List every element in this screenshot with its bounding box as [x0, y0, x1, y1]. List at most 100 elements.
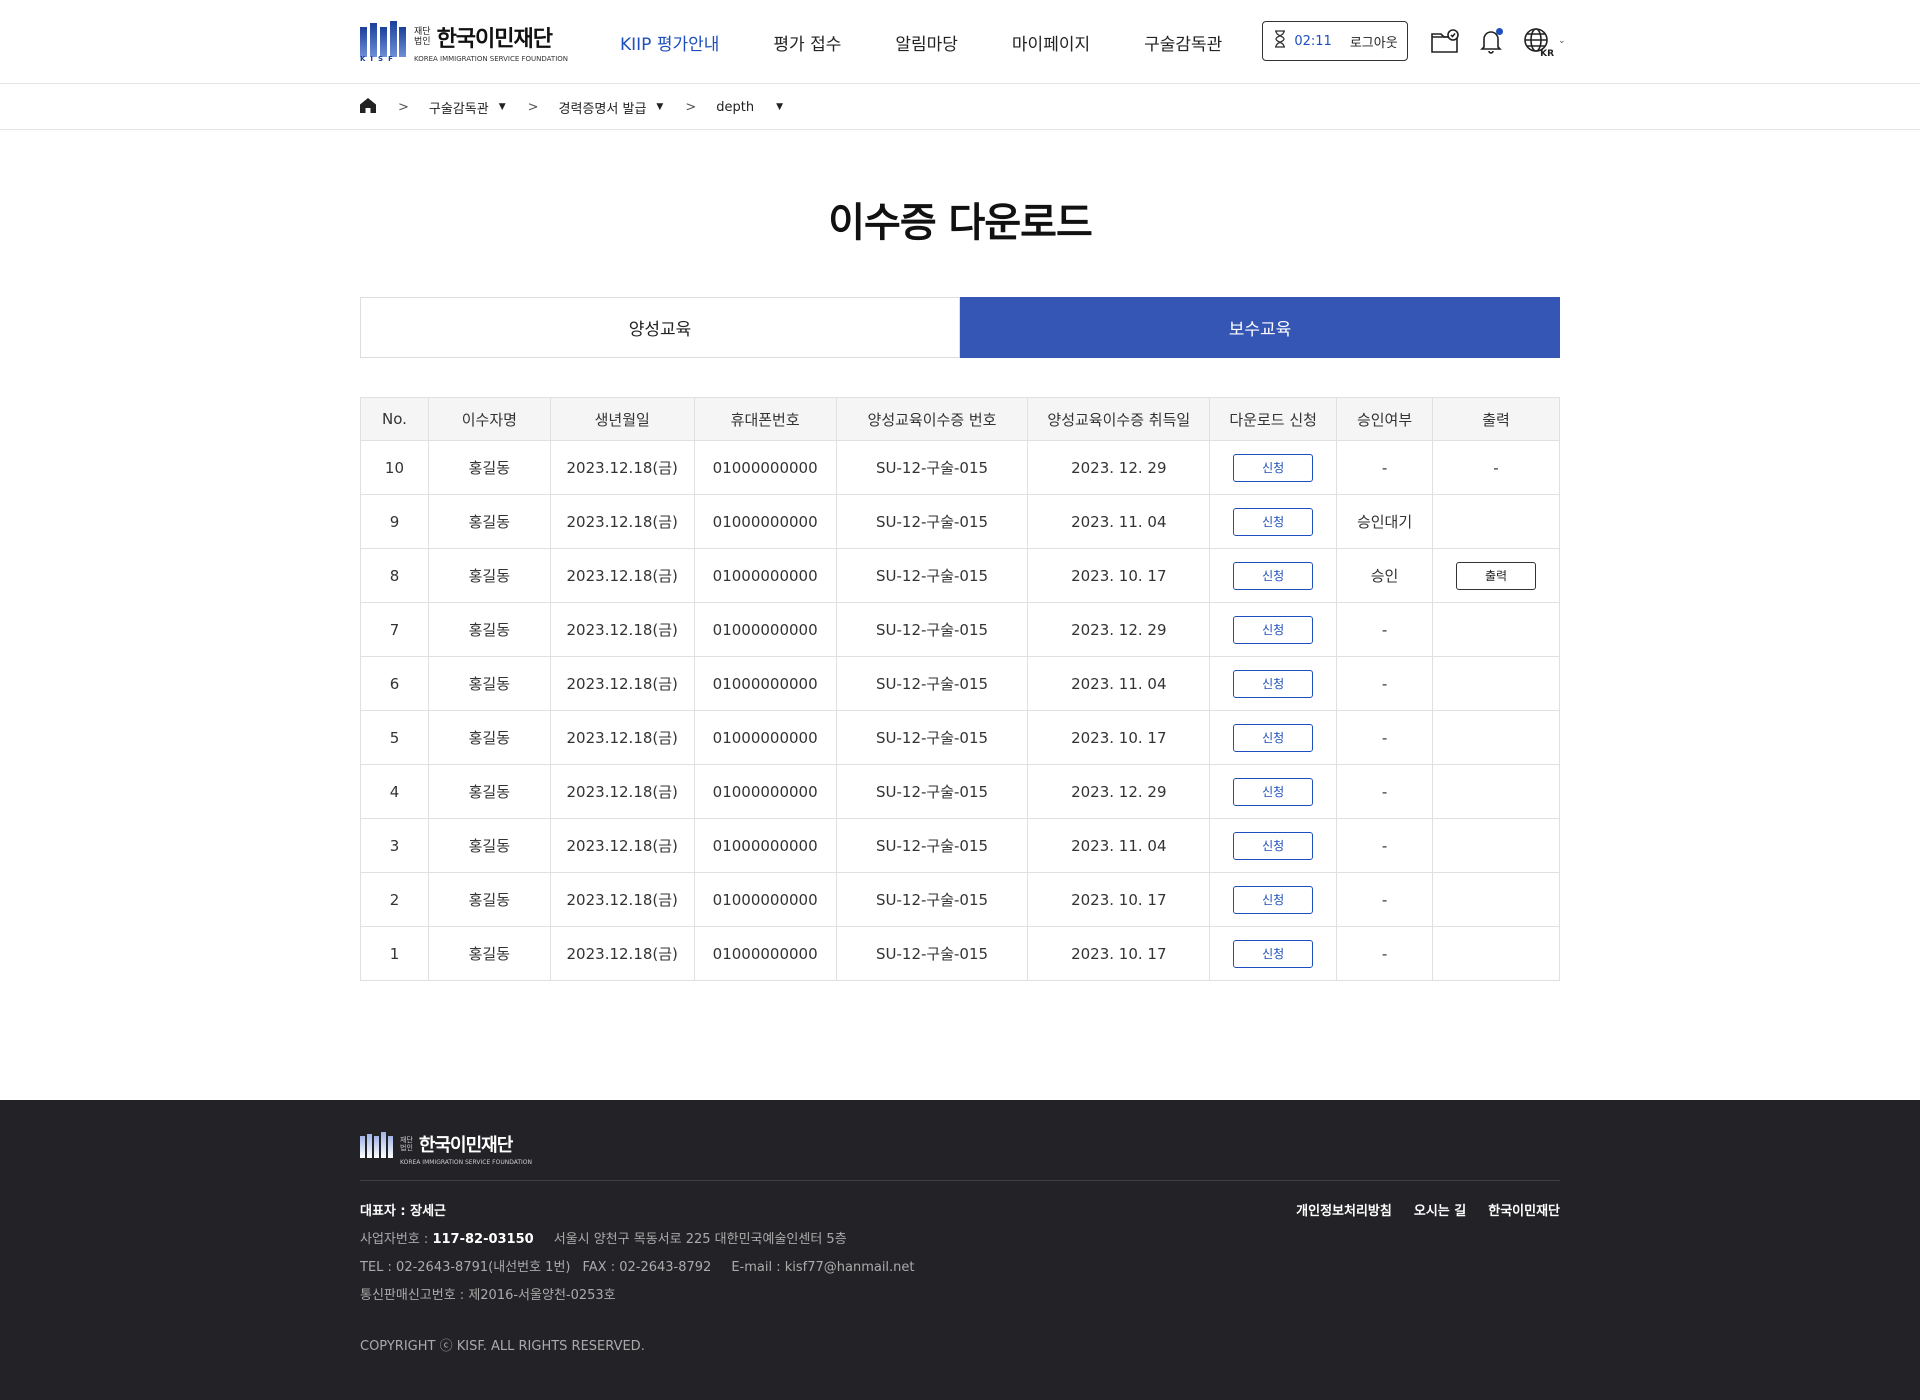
- apply-button[interactable]: 신청: [1233, 507, 1314, 536]
- table-header-row: No. 이수자명 생년월일 휴대폰번호 양성교육이수증 번호 양성교육이수증 취…: [360, 397, 1561, 441]
- cell-cert-no: SU-12-구술-015: [835, 710, 1029, 765]
- apply-button[interactable]: 신청: [1233, 723, 1314, 752]
- cell-cert-date: 2023. 10. 17: [1027, 710, 1211, 765]
- nav-kiip-guide[interactable]: KIIP 평가안내: [620, 30, 719, 55]
- cell-cert-date: 2023. 11. 04: [1027, 494, 1211, 549]
- breadcrumb-item-career-cert[interactable]: 경력증명서 발급 ▼: [559, 98, 664, 117]
- col-header-download: 다운로드 신청: [1209, 397, 1338, 441]
- cell-approval-status: -: [1336, 872, 1433, 927]
- apply-button[interactable]: 신청: [1233, 939, 1314, 968]
- table-row: 8 홍길동 2023.12.18(금) 01000000000 SU-12-구술-015…: [360, 548, 1561, 603]
- folder-check-icon[interactable]: [1430, 26, 1460, 56]
- table-row: 6 홍길동 2023.12.18(금) 01000000000 SU-12-구술-015…: [360, 656, 1561, 711]
- col-header-approval: 승인여부: [1336, 397, 1433, 441]
- footer-divider: [360, 1180, 1560, 1181]
- apply-button[interactable]: 신청: [1233, 885, 1314, 914]
- cell-print: [1431, 818, 1561, 873]
- footer-email: E-mail : kisf77@hanmail.net: [731, 1260, 915, 1275]
- cell-birth: 2023.12.18(금): [549, 872, 695, 927]
- apply-button[interactable]: 신청: [1233, 777, 1314, 806]
- cell-phone: 01000000000: [693, 926, 837, 981]
- footer-fax: FAX : 02-2643-8792: [582, 1260, 712, 1275]
- main-nav: KIIP 평가안내 평가 접수 알림마당 마이페이지 구술감독관: [620, 30, 1276, 55]
- cell-approval-status: -: [1336, 710, 1433, 765]
- cell-download: 신청: [1209, 602, 1338, 657]
- apply-button[interactable]: 신청: [1233, 615, 1314, 644]
- apply-button[interactable]: 신청: [1233, 669, 1314, 698]
- footer-business-number: 117-82-03150: [432, 1232, 534, 1247]
- cell-download: 신청: [1209, 656, 1338, 711]
- col-header-name: 이수자명: [427, 397, 551, 441]
- cell-birth: 2023.12.18(금): [549, 926, 695, 981]
- nav-oral-supervisor[interactable]: 구술감독관: [1144, 30, 1222, 55]
- tab-training-education[interactable]: 양성교육: [360, 297, 960, 358]
- education-tabs: 양성교육 보수교육: [360, 297, 1560, 358]
- apply-button[interactable]: 신청: [1233, 453, 1314, 482]
- table-row: 4 홍길동 2023.12.18(금) 01000000000 SU-12-구술-015…: [360, 764, 1561, 819]
- session-timer-box: 02:11 로그아웃: [1262, 21, 1408, 61]
- cell-download: 신청: [1209, 494, 1338, 549]
- table-row: 10 홍길동 2023.12.18(금) 01000000000 SU-12-구술-01…: [360, 440, 1561, 495]
- cell-approval-status: 승인대기: [1336, 494, 1433, 549]
- cell-cert-no: SU-12-구술-015: [835, 818, 1029, 873]
- footer-logo-english: KOREA IMMIGRATION SERVICE FOUNDATION: [400, 1159, 533, 1166]
- cell-name: 홍길동: [427, 656, 551, 711]
- chevron-down-icon[interactable]: ⌄: [1558, 36, 1566, 46]
- apply-button[interactable]: 신청: [1233, 561, 1314, 590]
- table-row: 2 홍길동 2023.12.18(금) 01000000000 SU-12-구술-015…: [360, 872, 1561, 927]
- cell-cert-date: 2023. 11. 04: [1027, 656, 1211, 711]
- breadcrumb: > 구술감독관 ▼ > 경력증명서 발급 ▼ > depth ▼: [0, 84, 1920, 130]
- cell-approval-status: -: [1336, 764, 1433, 819]
- cell-cert-no: SU-12-구술-015: [835, 656, 1029, 711]
- cell-cert-no: SU-12-구술-015: [835, 440, 1029, 495]
- print-button[interactable]: 출력: [1455, 561, 1536, 590]
- col-header-cert-date: 양성교육이수증 취득일: [1027, 397, 1211, 441]
- cell-download: 신청: [1209, 710, 1338, 765]
- table-row: 9 홍길동 2023.12.18(금) 01000000000 SU-12-구술-015…: [360, 494, 1561, 549]
- cell-phone: 01000000000: [693, 494, 837, 549]
- cell-cert-date: 2023. 10. 17: [1027, 548, 1211, 603]
- cell-download: 신청: [1209, 872, 1338, 927]
- col-header-birth: 생년월일: [549, 397, 695, 441]
- footer-business-line: 사업자번호 : 117-82-03150 서울시 양천구 목동서로 225 대한민…: [360, 1232, 847, 1247]
- cell-no: 8: [360, 548, 429, 603]
- breadcrumb-item-oral-supervisor[interactable]: 구술감독관 ▼: [429, 98, 506, 117]
- breadcrumb-item-depth[interactable]: depth ▼: [716, 100, 783, 115]
- cell-cert-date: 2023. 11. 04: [1027, 818, 1211, 873]
- cell-print: [1431, 710, 1561, 765]
- cell-name: 홍길동: [427, 764, 551, 819]
- cell-phone: 01000000000: [693, 764, 837, 819]
- footer-info: 대표자 : 장세근 사업자번호 : 117-82-03150 서울시 양천구 목동…: [360, 1198, 915, 1310]
- logout-button[interactable]: 로그아웃: [1350, 32, 1398, 51]
- nav-mypage[interactable]: 마이페이지: [1012, 30, 1090, 55]
- footer-logo-name: 한국이민재단: [418, 1135, 513, 1156]
- apply-button[interactable]: 신청: [1233, 831, 1314, 860]
- bell-icon[interactable]: [1476, 26, 1506, 56]
- logo-mark-icon: [360, 1131, 394, 1164]
- cell-phone: 01000000000: [693, 710, 837, 765]
- cell-cert-date: 2023. 12. 29: [1027, 602, 1211, 657]
- cell-name: 홍길동: [427, 440, 551, 495]
- site-logo[interactable]: KISF 재단 법인 한국이민재단 KOREA IMMIGRATION SERVI…: [360, 20, 568, 64]
- logo-english: KOREA IMMIGRATION SERVICE FOUNDATION: [414, 55, 569, 63]
- cell-birth: 2023.12.18(금): [549, 494, 695, 549]
- site-footer: 재단 법인 한국이민재단 KOREA IMMIGRATION SERVICE FO…: [0, 1100, 1920, 1400]
- table-row: 1 홍길동 2023.12.18(금) 01000000000 SU-12-구술-015…: [360, 926, 1561, 981]
- footer-link-directions[interactable]: 오시는 길: [1414, 1198, 1466, 1226]
- footer-link-foundation[interactable]: 한국이민재단: [1488, 1198, 1560, 1226]
- cell-name: 홍길동: [427, 710, 551, 765]
- caret-down-icon: ▼: [498, 102, 506, 112]
- certificate-table: No. 이수자명 생년월일 휴대폰번호 양성교육이수증 번호 양성교육이수증 취…: [360, 397, 1561, 981]
- home-icon[interactable]: [360, 97, 376, 117]
- footer-mail-order: 통신판매신고번호 : 제2016-서울양천-0253호: [360, 1288, 616, 1303]
- nav-notice[interactable]: 알림마당: [895, 30, 958, 55]
- cell-birth: 2023.12.18(금): [549, 548, 695, 603]
- language-globe-icon[interactable]: KR: [1522, 26, 1554, 59]
- cell-no: 2: [360, 872, 429, 927]
- cell-download: 신청: [1209, 926, 1338, 981]
- footer-link-privacy[interactable]: 개인정보처리방침: [1296, 1198, 1392, 1226]
- nav-exam-apply[interactable]: 평가 접수: [773, 30, 841, 55]
- cell-print: [1431, 926, 1561, 981]
- footer-logo[interactable]: 재단 법인 한국이민재단 KOREA IMMIGRATION SERVICE FO…: [360, 1131, 532, 1166]
- tab-refresher-education[interactable]: 보수교육: [960, 297, 1560, 358]
